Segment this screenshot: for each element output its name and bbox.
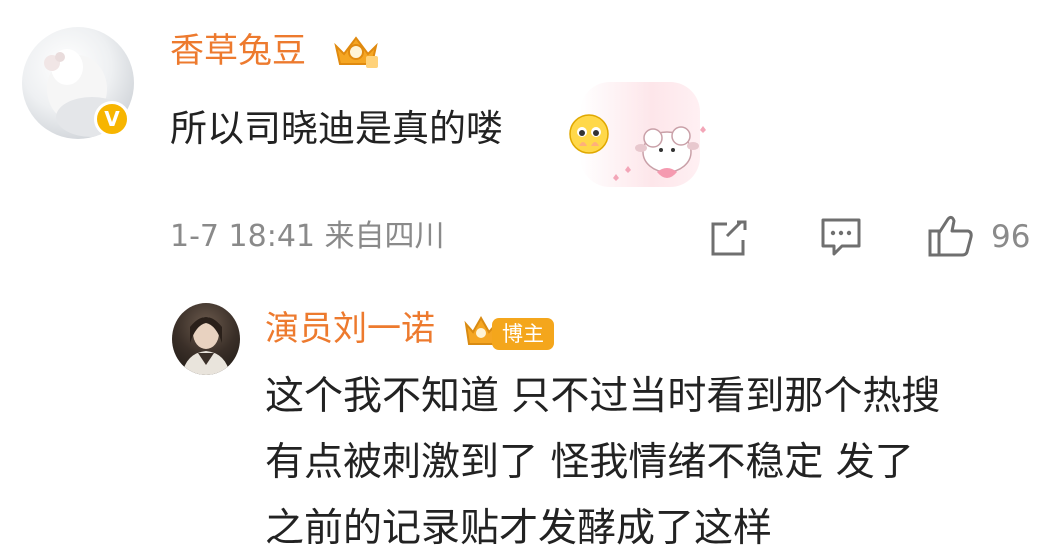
commenter-username[interactable]: 香草兔豆 — [170, 34, 306, 68]
sheep-sticker-icon — [613, 126, 706, 181]
verified-badge-icon: V — [94, 101, 130, 137]
blogger-badge: 博主 — [492, 318, 554, 350]
comment-icon[interactable] — [818, 214, 864, 260]
comment-meta: 1-7 18:41 来自四川 — [170, 219, 445, 254]
comment-text: 所以司晓迪是真的喽 — [170, 107, 503, 150]
replier-username[interactable]: 演员刘一诺 — [265, 312, 435, 346]
like-thumbs-up-icon[interactable] — [926, 211, 976, 261]
like-count: 96 — [991, 219, 1031, 255]
reply-text-line: 有点被刺激到了 怪我情绪不稳定 发了 — [265, 440, 914, 485]
replier-avatar[interactable] — [172, 303, 240, 375]
share-icon[interactable] — [707, 216, 751, 260]
reply-text-line: 这个我不知道 只不过当时看到那个热搜 — [265, 374, 941, 419]
reply-text-line: 之前的记录贴才发酵成了这样 — [265, 506, 773, 551]
fan-crown-icon — [334, 36, 378, 68]
